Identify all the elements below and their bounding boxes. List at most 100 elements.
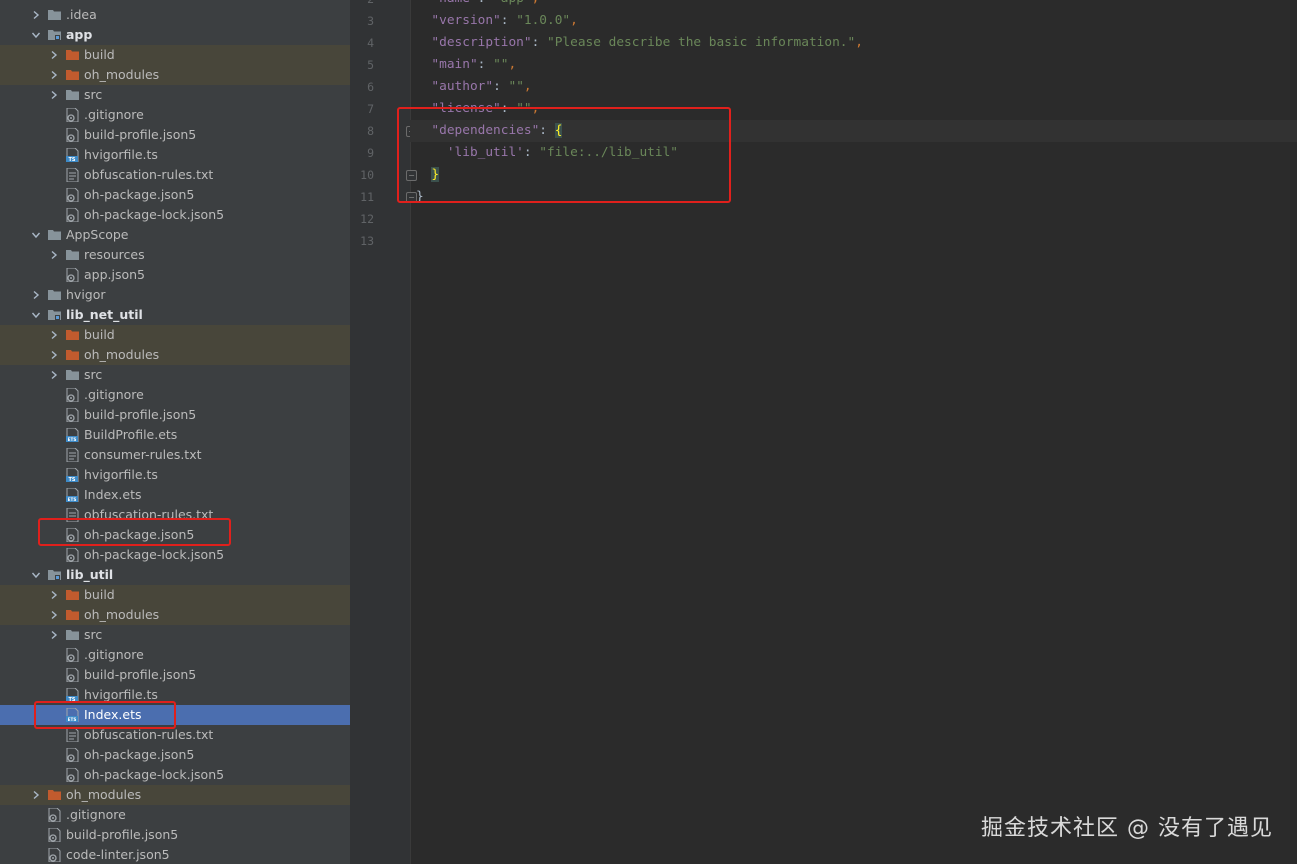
chevron-down-icon[interactable]	[30, 25, 42, 45]
chevron-right-icon[interactable]	[30, 285, 42, 305]
tree-item[interactable]: code-linter.json5	[0, 845, 350, 864]
code-line[interactable]: "dependencies": {	[410, 120, 1297, 142]
editor-gutter: 2345678−910−11−1213	[350, 0, 417, 864]
tree-item-label: .gitignore	[84, 647, 144, 662]
tree-item[interactable]: oh-package.json5	[0, 185, 350, 205]
tree-item[interactable]: obfuscation-rules.txt	[0, 165, 350, 185]
code-token: :	[493, 79, 509, 94]
chevron-down-icon[interactable]	[30, 305, 42, 325]
chevron-right-icon[interactable]	[30, 785, 42, 805]
tree-item[interactable]: oh_modules	[0, 785, 350, 805]
tree-item[interactable]: .gitignore	[0, 385, 350, 405]
code-token: :	[531, 35, 548, 50]
code-token: "app"	[493, 0, 532, 6]
chevron-down-icon[interactable]	[30, 225, 42, 245]
code-line[interactable]	[410, 208, 1297, 230]
chevron-right-icon[interactable]	[48, 345, 60, 365]
tree-item[interactable]: build-profile.json5	[0, 825, 350, 845]
tree-item-label: oh_modules	[66, 787, 142, 802]
tree-item[interactable]: build-profile.json5	[0, 405, 350, 425]
chevron-down-icon[interactable]	[30, 565, 42, 585]
tree-item[interactable]: app	[0, 25, 350, 45]
tree-item[interactable]: src	[0, 625, 350, 645]
tree-item[interactable]: consumer-rules.txt	[0, 445, 350, 465]
tree-item[interactable]: oh-package-lock.json5	[0, 545, 350, 565]
tree-item[interactable]: TS hvigorfile.ts	[0, 465, 350, 485]
code-line[interactable]: "author": "",	[410, 76, 1297, 98]
code-editor[interactable]: } } 'lib_util': "file:../lib_util" "depe…	[397, 0, 1297, 864]
tree-item[interactable]: build-profile.json5	[0, 125, 350, 145]
tree-item[interactable]: oh-package.json5	[0, 745, 350, 765]
tree-item[interactable]: lib_net_util	[0, 305, 350, 325]
tree-item[interactable]: ETS BuildProfile.ets	[0, 425, 350, 445]
tree-item[interactable]: build	[0, 325, 350, 345]
tree-item[interactable]: oh_modules	[0, 605, 350, 625]
tree-item-label: obfuscation-rules.txt	[84, 507, 214, 522]
code-line[interactable]: "license": "",	[410, 98, 1297, 120]
code-token: "Please describe the basic information."	[547, 35, 856, 50]
tree-item[interactable]: obfuscation-rules.txt	[0, 505, 350, 525]
code-token: 'lib_util'	[446, 145, 524, 160]
code-token: {	[554, 123, 563, 138]
tree-item-label: build-profile.json5	[84, 127, 197, 142]
tree-item-label: .gitignore	[66, 807, 126, 822]
code-line[interactable]	[410, 230, 1297, 252]
chevron-right-icon[interactable]	[48, 85, 60, 105]
tree-item[interactable]: oh_modules	[0, 65, 350, 85]
code-line[interactable]: "name": "app",	[410, 0, 1297, 10]
chevron-right-icon[interactable]	[48, 605, 60, 625]
line-number: 6	[367, 80, 374, 94]
chevron-right-icon[interactable]	[48, 245, 60, 265]
tree-item[interactable]: AppScope	[0, 225, 350, 245]
excluded-folder-icon	[48, 788, 61, 802]
tree-item-label: consumer-rules.txt	[84, 447, 202, 462]
chevron-right-icon[interactable]	[48, 585, 60, 605]
tree-item[interactable]: build-profile.json5	[0, 665, 350, 685]
code-line[interactable]: "description": "Please describe the basi…	[410, 32, 1297, 54]
tree-item[interactable]: .gitignore	[0, 805, 350, 825]
tree-item[interactable]: oh-package.json5	[0, 525, 350, 545]
text-file-icon	[66, 727, 79, 743]
code-line[interactable]: }	[410, 164, 1297, 186]
chevron-right-icon[interactable]	[48, 45, 60, 65]
ets-file-icon: ETS	[66, 427, 79, 443]
tree-item[interactable]: oh-package-lock.json5	[0, 205, 350, 225]
tree-item-label: build-profile.json5	[84, 667, 197, 682]
chevron-right-icon[interactable]	[48, 65, 60, 85]
tree-item[interactable]: obfuscation-rules.txt	[0, 725, 350, 745]
tree-item[interactable]: app.json5	[0, 265, 350, 285]
code-token: ""	[508, 79, 524, 94]
chevron-right-icon[interactable]	[30, 5, 42, 25]
line-number: 3	[367, 14, 374, 28]
code-line[interactable]: "main": "",	[410, 54, 1297, 76]
code-line[interactable]: "version": "1.0.0",	[410, 10, 1297, 32]
tree-item[interactable]: oh-package-lock.json5	[0, 765, 350, 785]
chevron-right-icon[interactable]	[48, 625, 60, 645]
tree-item[interactable]: build	[0, 45, 350, 65]
tree-item[interactable]: hvigor	[0, 285, 350, 305]
tree-item-label: .gitignore	[84, 107, 144, 122]
tree-item[interactable]: lib_util	[0, 565, 350, 585]
tree-item[interactable]: src	[0, 85, 350, 105]
tree-item[interactable]: .gitignore	[0, 645, 350, 665]
tree-item[interactable]: .gitignore	[0, 105, 350, 125]
code-line[interactable]: }	[410, 186, 1297, 208]
tree-item[interactable]: build	[0, 585, 350, 605]
config-file-icon	[66, 547, 79, 563]
tree-item[interactable]: resources	[0, 245, 350, 265]
tree-item[interactable]: .idea	[0, 5, 350, 25]
tree-item[interactable]: TS hvigorfile.ts	[0, 145, 350, 165]
tree-item[interactable]: TS hvigorfile.ts	[0, 685, 350, 705]
code-line[interactable]: 'lib_util': "file:../lib_util"	[410, 142, 1297, 164]
tree-item[interactable]: oh_modules	[0, 345, 350, 365]
tree-item[interactable]: ETS Index.ets	[0, 705, 350, 725]
chevron-right-icon[interactable]	[48, 325, 60, 345]
config-file-icon	[66, 527, 79, 543]
chevron-right-icon[interactable]	[48, 365, 60, 385]
line-number: 11	[360, 190, 374, 204]
tree-item[interactable]: src	[0, 365, 350, 385]
excluded-folder-icon	[66, 328, 79, 342]
tree-item[interactable]: ETS Index.ets	[0, 485, 350, 505]
